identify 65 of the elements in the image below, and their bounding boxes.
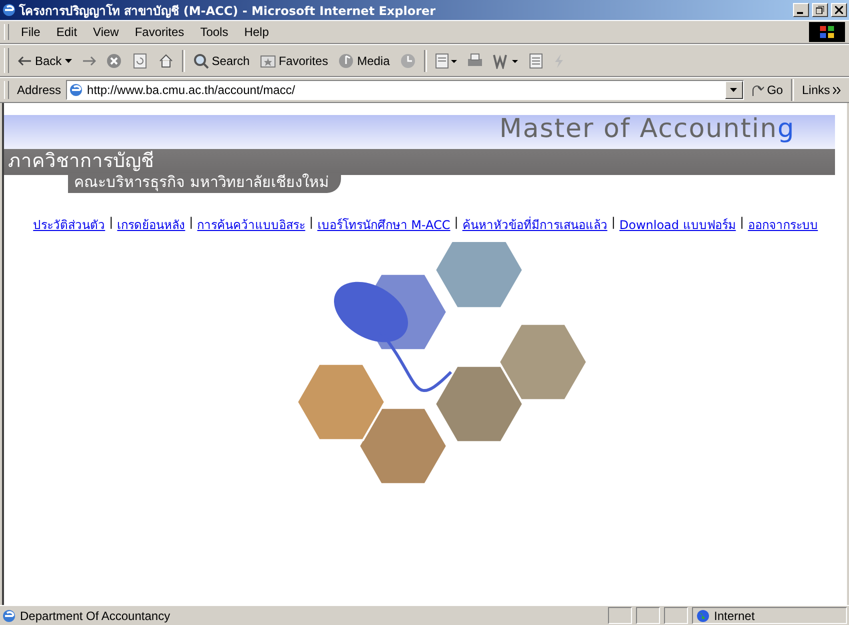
status-pane [636, 607, 660, 624]
separator: | [740, 215, 744, 231]
menu-item[interactable]: View [86, 23, 126, 41]
windows-logo-icon [809, 22, 845, 42]
nav-link[interactable]: ค้นหาหัวข้อที่มีการเสนอแล้ว [462, 215, 608, 234]
maximize-icon [816, 6, 824, 14]
page-icon [69, 83, 84, 97]
forward-arrow-icon [82, 56, 96, 66]
menu-item[interactable]: Tools [193, 23, 236, 41]
page-icon [2, 608, 16, 622]
caret-icon [64, 58, 72, 62]
banner-title: Master of Accounting [499, 114, 795, 144]
search-icon [192, 52, 209, 68]
nav-link[interactable]: เบอร์โทรนักศึกษา M-ACC [317, 215, 450, 234]
nav-link[interactable]: ออกจากระบบ [748, 215, 818, 234]
nav-link[interactable]: ประวัติส่วนตัว [33, 215, 106, 234]
nav-link[interactable]: Download แบบฟอร์ม [619, 215, 736, 234]
links-button[interactable]: Links [798, 81, 845, 99]
status-text: Department Of Accountancy [20, 608, 172, 622]
star-folder-icon [260, 54, 276, 68]
dropdown-button[interactable] [724, 81, 743, 99]
separator: | [454, 215, 458, 231]
faculty-name: คณะบริหารธุรกิจ มหาวิทยาลัยเชียงใหม่ [68, 173, 341, 193]
maximize-button[interactable] [812, 3, 828, 17]
separator: | [109, 215, 114, 231]
refresh-icon [132, 52, 148, 68]
favorites-button[interactable]: Favorites [256, 52, 332, 70]
home-icon [158, 52, 174, 68]
lightning-icon [552, 52, 565, 68]
back-arrow-icon [18, 56, 32, 66]
go-arrow-icon [750, 83, 764, 97]
nav-link[interactable]: การค้นคว้าแบบอิสระ [197, 215, 306, 234]
nav-link[interactable]: เกรดย้อนหลัง [117, 215, 186, 234]
address-field[interactable]: http://www.ba.cmu.ac.th/account/macc/ [66, 80, 744, 100]
globe-icon [696, 608, 710, 622]
edit-icon [492, 52, 519, 68]
close-icon [835, 6, 843, 14]
media-button[interactable]: Media [334, 50, 394, 70]
separator: | [309, 215, 314, 231]
mail-icon [434, 52, 457, 68]
back-button[interactable]: Back [14, 52, 76, 70]
separator: | [189, 215, 194, 231]
media-icon [338, 52, 354, 68]
status-pane [664, 607, 688, 624]
caret-icon [730, 88, 738, 92]
zone-text: Internet [714, 608, 755, 622]
printer-icon [466, 52, 483, 68]
stop-icon [106, 52, 122, 68]
separator: | [611, 215, 616, 231]
minimize-button[interactable] [793, 3, 809, 17]
menu-item[interactable]: Edit [49, 23, 84, 41]
go-button[interactable]: Go [746, 81, 787, 99]
status-pane [608, 607, 632, 624]
clock-icon [400, 52, 416, 68]
menu-item[interactable]: Favorites [128, 23, 192, 41]
chevron-icon [833, 86, 841, 94]
department-name: ภาควิชาการบัญชี [8, 149, 154, 173]
window-title: โครงการปริญญาโท สาขาบัญชี (M-ACC) - Microsoft Internet Explorer [19, 2, 437, 20]
menu-item[interactable]: File [14, 23, 48, 41]
address-label: Address [16, 83, 62, 97]
menu-item[interactable]: Help [237, 23, 276, 41]
close-button[interactable] [831, 3, 847, 17]
document-icon [528, 52, 543, 68]
browser-icon [2, 3, 16, 17]
search-button[interactable]: Search [188, 50, 254, 70]
